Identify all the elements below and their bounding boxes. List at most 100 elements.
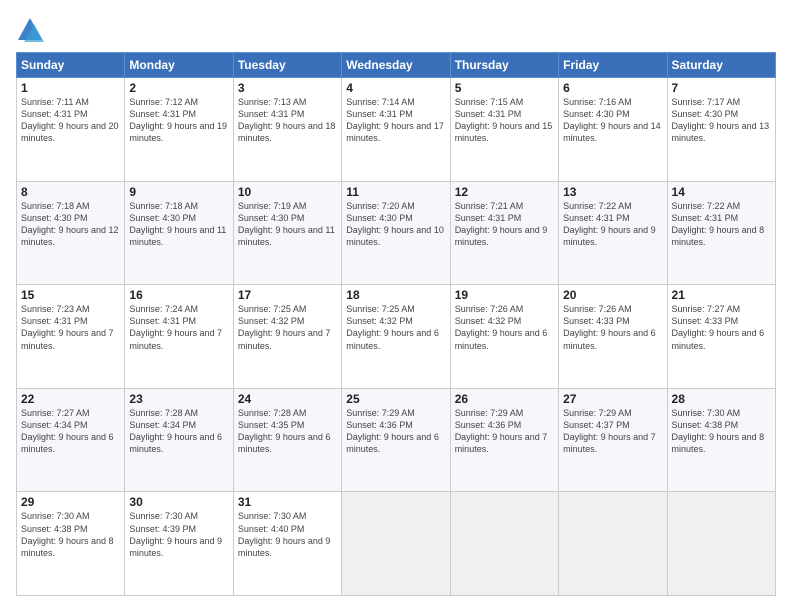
day-info: Sunrise: 7:30 AM Sunset: 4:38 PM Dayligh… xyxy=(672,407,771,456)
day-info: Sunrise: 7:26 AM Sunset: 4:33 PM Dayligh… xyxy=(563,303,662,352)
calendar-week-5: 29 Sunrise: 7:30 AM Sunset: 4:38 PM Dayl… xyxy=(17,492,776,596)
day-number: 12 xyxy=(455,185,554,199)
day-info: Sunrise: 7:30 AM Sunset: 4:38 PM Dayligh… xyxy=(21,510,120,559)
day-info: Sunrise: 7:14 AM Sunset: 4:31 PM Dayligh… xyxy=(346,96,445,145)
calendar-cell: 31 Sunrise: 7:30 AM Sunset: 4:40 PM Dayl… xyxy=(233,492,341,596)
calendar-cell: 12 Sunrise: 7:21 AM Sunset: 4:31 PM Dayl… xyxy=(450,181,558,285)
day-number: 23 xyxy=(129,392,228,406)
day-number: 19 xyxy=(455,288,554,302)
day-info: Sunrise: 7:28 AM Sunset: 4:35 PM Dayligh… xyxy=(238,407,337,456)
calendar-cell: 27 Sunrise: 7:29 AM Sunset: 4:37 PM Dayl… xyxy=(559,388,667,492)
day-info: Sunrise: 7:26 AM Sunset: 4:32 PM Dayligh… xyxy=(455,303,554,352)
day-number: 28 xyxy=(672,392,771,406)
day-info: Sunrise: 7:18 AM Sunset: 4:30 PM Dayligh… xyxy=(21,200,120,249)
day-info: Sunrise: 7:18 AM Sunset: 4:30 PM Dayligh… xyxy=(129,200,228,249)
calendar-cell: 15 Sunrise: 7:23 AM Sunset: 4:31 PM Dayl… xyxy=(17,285,125,389)
calendar-cell: 9 Sunrise: 7:18 AM Sunset: 4:30 PM Dayli… xyxy=(125,181,233,285)
day-number: 13 xyxy=(563,185,662,199)
day-number: 2 xyxy=(129,81,228,95)
day-number: 27 xyxy=(563,392,662,406)
calendar-cell: 16 Sunrise: 7:24 AM Sunset: 4:31 PM Dayl… xyxy=(125,285,233,389)
calendar-cell: 2 Sunrise: 7:12 AM Sunset: 4:31 PM Dayli… xyxy=(125,78,233,182)
day-number: 1 xyxy=(21,81,120,95)
calendar-header-row: SundayMondayTuesdayWednesdayThursdayFrid… xyxy=(17,53,776,78)
calendar-cell: 25 Sunrise: 7:29 AM Sunset: 4:36 PM Dayl… xyxy=(342,388,450,492)
day-info: Sunrise: 7:24 AM Sunset: 4:31 PM Dayligh… xyxy=(129,303,228,352)
day-info: Sunrise: 7:17 AM Sunset: 4:30 PM Dayligh… xyxy=(672,96,771,145)
day-info: Sunrise: 7:27 AM Sunset: 4:34 PM Dayligh… xyxy=(21,407,120,456)
day-info: Sunrise: 7:20 AM Sunset: 4:30 PM Dayligh… xyxy=(346,200,445,249)
calendar-cell: 8 Sunrise: 7:18 AM Sunset: 4:30 PM Dayli… xyxy=(17,181,125,285)
header xyxy=(16,16,776,44)
calendar-cell: 13 Sunrise: 7:22 AM Sunset: 4:31 PM Dayl… xyxy=(559,181,667,285)
calendar-cell: 22 Sunrise: 7:27 AM Sunset: 4:34 PM Dayl… xyxy=(17,388,125,492)
day-number: 29 xyxy=(21,495,120,509)
calendar-cell xyxy=(342,492,450,596)
col-header-wednesday: Wednesday xyxy=(342,53,450,78)
day-number: 8 xyxy=(21,185,120,199)
day-info: Sunrise: 7:22 AM Sunset: 4:31 PM Dayligh… xyxy=(563,200,662,249)
logo xyxy=(16,16,48,44)
day-info: Sunrise: 7:25 AM Sunset: 4:32 PM Dayligh… xyxy=(238,303,337,352)
calendar-cell: 23 Sunrise: 7:28 AM Sunset: 4:34 PM Dayl… xyxy=(125,388,233,492)
calendar-week-4: 22 Sunrise: 7:27 AM Sunset: 4:34 PM Dayl… xyxy=(17,388,776,492)
calendar-cell: 18 Sunrise: 7:25 AM Sunset: 4:32 PM Dayl… xyxy=(342,285,450,389)
calendar-cell xyxy=(450,492,558,596)
day-number: 18 xyxy=(346,288,445,302)
day-number: 10 xyxy=(238,185,337,199)
day-info: Sunrise: 7:29 AM Sunset: 4:36 PM Dayligh… xyxy=(455,407,554,456)
day-number: 30 xyxy=(129,495,228,509)
day-info: Sunrise: 7:27 AM Sunset: 4:33 PM Dayligh… xyxy=(672,303,771,352)
calendar-cell: 1 Sunrise: 7:11 AM Sunset: 4:31 PM Dayli… xyxy=(17,78,125,182)
calendar-table: SundayMondayTuesdayWednesdayThursdayFrid… xyxy=(16,52,776,596)
day-number: 15 xyxy=(21,288,120,302)
logo-icon xyxy=(16,16,44,44)
calendar-cell: 10 Sunrise: 7:19 AM Sunset: 4:30 PM Dayl… xyxy=(233,181,341,285)
calendar-week-2: 8 Sunrise: 7:18 AM Sunset: 4:30 PM Dayli… xyxy=(17,181,776,285)
calendar-cell: 26 Sunrise: 7:29 AM Sunset: 4:36 PM Dayl… xyxy=(450,388,558,492)
calendar-week-1: 1 Sunrise: 7:11 AM Sunset: 4:31 PM Dayli… xyxy=(17,78,776,182)
day-number: 7 xyxy=(672,81,771,95)
calendar-cell: 30 Sunrise: 7:30 AM Sunset: 4:39 PM Dayl… xyxy=(125,492,233,596)
calendar-cell: 19 Sunrise: 7:26 AM Sunset: 4:32 PM Dayl… xyxy=(450,285,558,389)
day-info: Sunrise: 7:23 AM Sunset: 4:31 PM Dayligh… xyxy=(21,303,120,352)
day-info: Sunrise: 7:30 AM Sunset: 4:39 PM Dayligh… xyxy=(129,510,228,559)
calendar-cell: 3 Sunrise: 7:13 AM Sunset: 4:31 PM Dayli… xyxy=(233,78,341,182)
day-number: 26 xyxy=(455,392,554,406)
calendar-cell: 6 Sunrise: 7:16 AM Sunset: 4:30 PM Dayli… xyxy=(559,78,667,182)
calendar-cell: 14 Sunrise: 7:22 AM Sunset: 4:31 PM Dayl… xyxy=(667,181,775,285)
day-info: Sunrise: 7:19 AM Sunset: 4:30 PM Dayligh… xyxy=(238,200,337,249)
day-info: Sunrise: 7:30 AM Sunset: 4:40 PM Dayligh… xyxy=(238,510,337,559)
day-number: 11 xyxy=(346,185,445,199)
col-header-monday: Monday xyxy=(125,53,233,78)
calendar-cell: 7 Sunrise: 7:17 AM Sunset: 4:30 PM Dayli… xyxy=(667,78,775,182)
day-info: Sunrise: 7:11 AM Sunset: 4:31 PM Dayligh… xyxy=(21,96,120,145)
calendar-cell: 20 Sunrise: 7:26 AM Sunset: 4:33 PM Dayl… xyxy=(559,285,667,389)
col-header-friday: Friday xyxy=(559,53,667,78)
day-info: Sunrise: 7:21 AM Sunset: 4:31 PM Dayligh… xyxy=(455,200,554,249)
day-number: 21 xyxy=(672,288,771,302)
calendar-cell: 17 Sunrise: 7:25 AM Sunset: 4:32 PM Dayl… xyxy=(233,285,341,389)
day-number: 5 xyxy=(455,81,554,95)
calendar-cell: 28 Sunrise: 7:30 AM Sunset: 4:38 PM Dayl… xyxy=(667,388,775,492)
day-number: 31 xyxy=(238,495,337,509)
day-info: Sunrise: 7:22 AM Sunset: 4:31 PM Dayligh… xyxy=(672,200,771,249)
calendar-cell: 4 Sunrise: 7:14 AM Sunset: 4:31 PM Dayli… xyxy=(342,78,450,182)
day-number: 22 xyxy=(21,392,120,406)
day-info: Sunrise: 7:28 AM Sunset: 4:34 PM Dayligh… xyxy=(129,407,228,456)
day-info: Sunrise: 7:29 AM Sunset: 4:36 PM Dayligh… xyxy=(346,407,445,456)
day-number: 17 xyxy=(238,288,337,302)
calendar-cell: 29 Sunrise: 7:30 AM Sunset: 4:38 PM Dayl… xyxy=(17,492,125,596)
calendar-cell: 21 Sunrise: 7:27 AM Sunset: 4:33 PM Dayl… xyxy=(667,285,775,389)
day-info: Sunrise: 7:15 AM Sunset: 4:31 PM Dayligh… xyxy=(455,96,554,145)
day-number: 9 xyxy=(129,185,228,199)
col-header-thursday: Thursday xyxy=(450,53,558,78)
page: SundayMondayTuesdayWednesdayThursdayFrid… xyxy=(0,0,792,612)
day-info: Sunrise: 7:12 AM Sunset: 4:31 PM Dayligh… xyxy=(129,96,228,145)
calendar-cell: 11 Sunrise: 7:20 AM Sunset: 4:30 PM Dayl… xyxy=(342,181,450,285)
day-number: 4 xyxy=(346,81,445,95)
col-header-tuesday: Tuesday xyxy=(233,53,341,78)
day-number: 14 xyxy=(672,185,771,199)
day-number: 20 xyxy=(563,288,662,302)
col-header-sunday: Sunday xyxy=(17,53,125,78)
